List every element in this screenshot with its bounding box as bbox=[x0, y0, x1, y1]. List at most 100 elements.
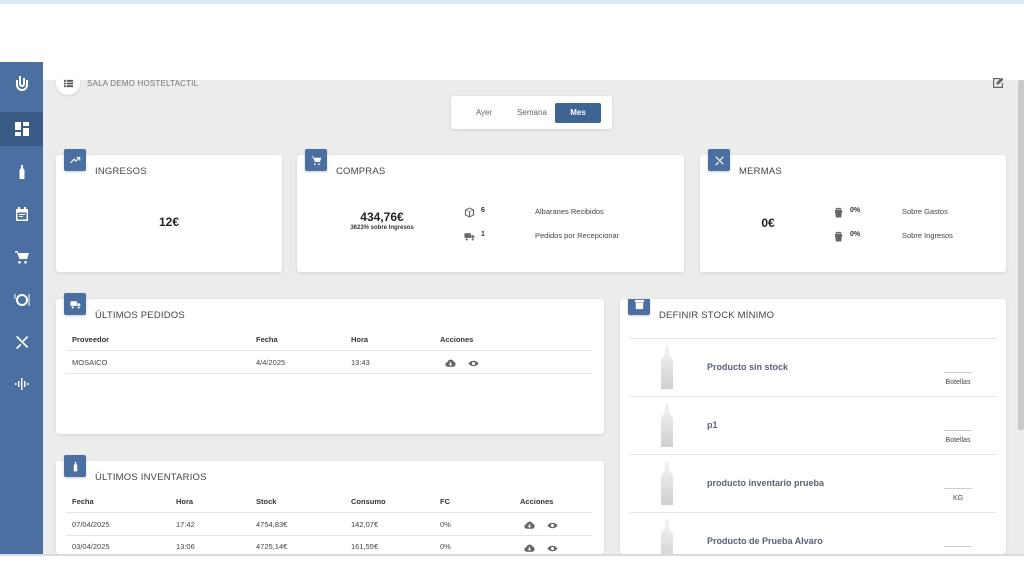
col-fecha: Fecha bbox=[72, 497, 94, 506]
sidebar-item-analisis[interactable] bbox=[0, 367, 43, 401]
col-acciones: Acciones bbox=[440, 335, 474, 344]
ingresos-value: 12€ bbox=[158, 215, 180, 229]
waveform-icon bbox=[14, 378, 28, 390]
truck-icon bbox=[464, 229, 475, 241]
menu-button[interactable] bbox=[56, 71, 80, 95]
sidebar-item-calendario[interactable] bbox=[0, 197, 43, 231]
sala-name: SALA DEMO HOSTELTACTIL bbox=[87, 78, 199, 88]
truck-icon bbox=[64, 293, 86, 315]
stock-product-name: Producto de Prueba Alvaro bbox=[707, 536, 823, 546]
download-icon[interactable] bbox=[524, 541, 535, 552]
albaranes-label: Albaranes Recibidos bbox=[535, 207, 604, 216]
col-proveedor: Proveedor bbox=[72, 335, 110, 344]
stock-min-input[interactable] bbox=[944, 430, 972, 431]
download-icon[interactable] bbox=[445, 356, 456, 367]
trend-icon bbox=[64, 149, 86, 171]
row-divider bbox=[66, 373, 592, 374]
mermas-card: MERMAS 0€ 0% Sobre Gastos 0% Sobre Ingre… bbox=[700, 149, 1006, 272]
eye-icon[interactable] bbox=[547, 518, 558, 529]
stock-min-input[interactable] bbox=[944, 546, 972, 547]
plate-icon bbox=[14, 294, 29, 306]
utensils-icon bbox=[708, 149, 730, 171]
header: SALA DEMO HOSTELTACTIL bbox=[56, 70, 198, 96]
inv-hora: 13:06 bbox=[176, 542, 195, 551]
list-icon bbox=[63, 79, 73, 87]
col-hora: Hora bbox=[351, 335, 369, 344]
mermas-ingresos-label: Sobre Ingresos bbox=[902, 231, 953, 240]
inv-hora: 17:42 bbox=[176, 520, 195, 529]
mermas-ingresos-pct: 0% bbox=[850, 231, 861, 238]
inv-fc: 0% bbox=[440, 520, 451, 529]
stock-product-name: Producto sin stock bbox=[707, 362, 789, 372]
period-option-ayer[interactable]: Ayer bbox=[459, 103, 509, 123]
sidebar-item-compras[interactable] bbox=[0, 240, 43, 274]
col-acciones: Acciones bbox=[520, 497, 554, 506]
col-consumo: Consumo bbox=[351, 497, 386, 506]
mermas-title: MERMAS bbox=[739, 166, 782, 177]
calendar-icon bbox=[15, 207, 28, 221]
list-item[interactable]: producto inventario prueba KG bbox=[630, 454, 996, 512]
bottle-icon bbox=[19, 165, 24, 179]
download-icon[interactable] bbox=[524, 518, 535, 529]
sidebar-item-carta[interactable] bbox=[0, 283, 43, 317]
eye-icon[interactable] bbox=[547, 541, 558, 552]
mermas-gastos-pct: 0% bbox=[850, 207, 861, 214]
period-option-semana[interactable]: Semana bbox=[509, 103, 555, 123]
stock-product-name: producto inventario prueba bbox=[707, 478, 825, 488]
row-divider bbox=[66, 350, 592, 351]
inv-stock: 4725,14€ bbox=[256, 542, 288, 551]
eye-icon[interactable] bbox=[468, 356, 479, 367]
sidebar-item-productos[interactable] bbox=[0, 155, 43, 189]
logo-icon[interactable] bbox=[0, 66, 43, 100]
albaranes-count: 6 bbox=[481, 207, 485, 214]
scrollbar[interactable] bbox=[1018, 80, 1024, 430]
top-bar bbox=[0, 0, 1024, 80]
ultimos-pedidos-title: ÚLTIMOS PEDIDOS bbox=[95, 310, 185, 321]
compras-card: COMPRAS 434,76€ 3623% sobre Ingresos 6 A… bbox=[297, 149, 684, 272]
list-item[interactable]: p1 Botellas bbox=[630, 396, 996, 454]
compras-title: COMPRAS bbox=[336, 166, 386, 177]
pedido-hora: 13:43 bbox=[351, 358, 370, 367]
inv-fc: 0% bbox=[440, 542, 451, 551]
stock-unit: Botellas bbox=[945, 379, 971, 386]
sidebar-item-mermas[interactable] bbox=[0, 325, 43, 359]
row-divider bbox=[66, 512, 592, 513]
ultimos-inventarios-title: ÚLTIMOS INVENTARIOS bbox=[95, 472, 207, 483]
mermas-gastos-label: Sobre Gastos bbox=[902, 207, 948, 216]
col-stock: Stock bbox=[256, 497, 277, 506]
stock-unit: KG bbox=[952, 495, 964, 502]
list-item[interactable]: Producto sin stock Botellas bbox=[630, 338, 996, 396]
stock-unit: Botellas bbox=[945, 437, 971, 444]
pedido-fecha: 4/4/2025 bbox=[256, 358, 286, 367]
cart-icon bbox=[14, 251, 29, 264]
ultimos-pedidos-card: ÚLTIMOS PEDIDOS Proveedor Fecha Hora Acc… bbox=[56, 293, 604, 434]
inv-stock: 4754,83€ bbox=[256, 520, 288, 529]
inv-consumo: 161,55€ bbox=[351, 542, 379, 551]
list-item[interactable]: Producto de Prueba Alvaro bbox=[630, 512, 996, 554]
inv-fecha: 07/04/2025 bbox=[72, 520, 110, 529]
edit-icon[interactable] bbox=[992, 76, 1004, 88]
stock-min-input[interactable] bbox=[944, 488, 972, 489]
stock-min-input[interactable] bbox=[944, 372, 972, 373]
bottle-icon bbox=[661, 403, 673, 447]
bottle-icon bbox=[661, 461, 673, 505]
stock-product-name: p1 bbox=[707, 420, 718, 430]
trash-icon bbox=[833, 205, 844, 218]
col-hora: Hora bbox=[176, 497, 194, 506]
cart-icon bbox=[305, 149, 327, 171]
sidebar-item-dashboard[interactable] bbox=[0, 112, 43, 146]
period-selector: Ayer Semana Mes bbox=[451, 96, 612, 129]
bin-icon bbox=[628, 299, 650, 315]
compras-subtitle: 3623% sobre Ingresos bbox=[350, 225, 414, 231]
pedidos-count: 1 bbox=[481, 231, 485, 238]
sidebar bbox=[0, 62, 43, 554]
period-option-mes[interactable]: Mes bbox=[555, 102, 601, 123]
inv-consumo: 142,07€ bbox=[351, 520, 379, 529]
stock-minimo-title: DEFINIR STOCK MÍNIMO bbox=[659, 310, 775, 321]
stock-minimo-card: DEFINIR STOCK MÍNIMO Producto sin stock … bbox=[620, 299, 1006, 554]
row-divider bbox=[66, 535, 592, 536]
pedido-proveedor: MOSAICO bbox=[72, 358, 108, 367]
box-icon bbox=[464, 205, 475, 218]
pedidos-label: Pedidos por Recepcionar bbox=[535, 231, 620, 240]
ingresos-card: INGRESOS 12€ bbox=[56, 149, 282, 272]
